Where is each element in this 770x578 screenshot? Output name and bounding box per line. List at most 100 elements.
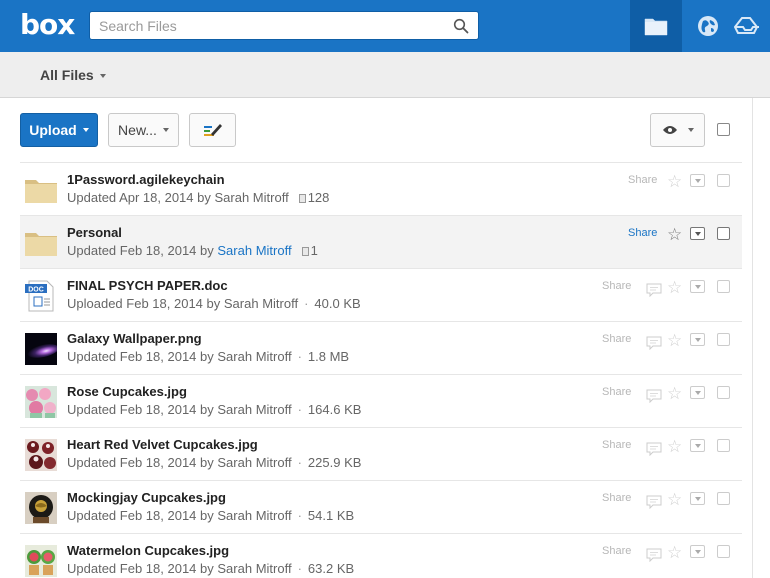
meta-owner[interactable]: Sarah Mitroff bbox=[217, 508, 291, 523]
new-note-button[interactable] bbox=[189, 113, 236, 147]
file-name[interactable]: Galaxy Wallpaper.png bbox=[67, 331, 202, 346]
file-row[interactable]: Heart Red Velvet Cupcakes.jpg Updated Fe… bbox=[20, 427, 742, 480]
star-icon[interactable]: ☆ bbox=[667, 279, 682, 296]
row-menu-icon[interactable] bbox=[690, 492, 705, 505]
file-meta: Updated Feb 18, 2014 by Sarah Mitroff · 16… bbox=[67, 402, 362, 417]
search-icon[interactable] bbox=[453, 18, 469, 34]
meta-owner[interactable]: Sarah Mitroff bbox=[217, 349, 291, 364]
star-icon[interactable]: ☆ bbox=[667, 226, 682, 243]
meta-owner[interactable]: Sarah Mitroff bbox=[224, 296, 298, 311]
upload-label: Upload bbox=[29, 122, 77, 138]
chevron-down-icon bbox=[687, 128, 694, 132]
row-menu-icon[interactable] bbox=[690, 227, 705, 240]
new-button[interactable]: New... bbox=[108, 113, 179, 147]
nav-shared[interactable] bbox=[682, 0, 734, 52]
meta-owner[interactable]: Sarah Mitroff bbox=[217, 402, 291, 417]
box-logo[interactable]: box bbox=[20, 8, 75, 42]
file-name[interactable]: Mockingjay Cupcakes.jpg bbox=[67, 490, 226, 505]
meta-by: by bbox=[200, 402, 214, 417]
row-checkbox[interactable] bbox=[717, 333, 730, 346]
share-link[interactable]: Share bbox=[602, 280, 631, 292]
folder-icon[interactable] bbox=[25, 227, 57, 259]
folder-icon[interactable] bbox=[25, 174, 57, 206]
share-link[interactable]: Share bbox=[602, 333, 631, 345]
breadcrumb-label: All Files bbox=[40, 67, 94, 83]
doc-file-icon[interactable]: DOC bbox=[25, 280, 57, 312]
share-link[interactable]: Share bbox=[628, 174, 657, 186]
meta-detail: 54.1 KB bbox=[307, 508, 355, 523]
comment-icon[interactable] bbox=[646, 336, 662, 350]
file-row[interactable]: Mockingjay Cupcakes.jpg Updated Feb 18, … bbox=[20, 480, 742, 533]
search-input[interactable] bbox=[90, 12, 440, 39]
meta-verb: Updated bbox=[67, 402, 117, 417]
file-count-icon bbox=[301, 247, 309, 256]
row-menu-icon[interactable] bbox=[690, 333, 705, 346]
share-link[interactable]: Share bbox=[602, 545, 631, 557]
file-row[interactable]: Rose Cupcakes.jpg Updated Feb 18, 2014 b… bbox=[20, 374, 742, 427]
file-name[interactable]: Personal bbox=[67, 225, 122, 240]
star-icon[interactable]: ☆ bbox=[667, 385, 682, 402]
file-name[interactable]: Watermelon Cupcakes.jpg bbox=[67, 543, 229, 558]
row-checkbox[interactable] bbox=[717, 439, 730, 452]
row-checkbox[interactable] bbox=[717, 227, 730, 240]
file-row[interactable]: DOC FINAL PSYCH PAPER.doc Uploaded Feb 1… bbox=[20, 268, 742, 321]
file-row[interactable]: Galaxy Wallpaper.png Updated Feb 18, 201… bbox=[20, 321, 742, 374]
row-menu-icon[interactable] bbox=[690, 439, 705, 452]
view-options-button[interactable] bbox=[650, 113, 705, 147]
row-menu-icon[interactable] bbox=[690, 386, 705, 399]
file-meta: Updated Feb 18, 2014 by Sarah Mitroff · 63… bbox=[67, 561, 355, 576]
row-checkbox[interactable] bbox=[717, 492, 730, 505]
upload-button[interactable]: Upload bbox=[20, 113, 98, 147]
comment-icon[interactable] bbox=[646, 389, 662, 403]
comment-icon[interactable] bbox=[646, 495, 662, 509]
search-box[interactable] bbox=[89, 11, 479, 40]
file-meta: Uploaded Feb 18, 2014 by Sarah Mitroff · 4… bbox=[67, 296, 361, 311]
meta-owner[interactable]: Sarah Mitroff bbox=[217, 561, 291, 576]
share-link[interactable]: Share bbox=[602, 386, 631, 398]
meta-owner[interactable]: Sarah Mitroff bbox=[217, 455, 291, 470]
meta-detail: 40.0 KB bbox=[314, 296, 361, 311]
meta-verb: Updated bbox=[67, 190, 117, 205]
file-row[interactable]: 1Password.agilekeychain Updated Apr 18, … bbox=[20, 162, 742, 215]
nav-files[interactable] bbox=[630, 0, 682, 52]
row-menu-icon[interactable] bbox=[690, 545, 705, 558]
share-link[interactable]: Share bbox=[602, 439, 631, 451]
share-link[interactable]: Share bbox=[628, 227, 657, 239]
comment-icon[interactable] bbox=[646, 548, 662, 562]
image-thumbnail[interactable] bbox=[25, 333, 57, 365]
file-row[interactable]: Personal Updated Feb 18, 2014 by Sarah M… bbox=[20, 215, 742, 268]
star-icon[interactable]: ☆ bbox=[667, 544, 682, 561]
star-icon[interactable]: ☆ bbox=[667, 491, 682, 508]
image-thumbnail[interactable] bbox=[25, 439, 57, 471]
folder-icon bbox=[644, 18, 668, 36]
share-link[interactable]: Share bbox=[602, 492, 631, 504]
image-thumbnail[interactable] bbox=[25, 545, 57, 577]
star-icon[interactable]: ☆ bbox=[667, 173, 682, 190]
star-icon[interactable]: ☆ bbox=[667, 332, 682, 349]
nav-sync[interactable] bbox=[734, 0, 770, 52]
all-files-dropdown[interactable]: All Files bbox=[40, 67, 106, 83]
meta-verb: Updated bbox=[67, 561, 117, 576]
file-name[interactable]: FINAL PSYCH PAPER.doc bbox=[67, 278, 228, 293]
row-checkbox[interactable] bbox=[717, 545, 730, 558]
row-menu-icon[interactable] bbox=[690, 280, 705, 293]
comment-icon[interactable] bbox=[646, 442, 662, 456]
file-name[interactable]: 1Password.agilekeychain bbox=[67, 172, 225, 187]
star-icon[interactable]: ☆ bbox=[667, 438, 682, 455]
image-thumbnail[interactable] bbox=[25, 386, 57, 418]
row-checkbox[interactable] bbox=[717, 386, 730, 399]
file-name[interactable]: Rose Cupcakes.jpg bbox=[67, 384, 187, 399]
comment-icon[interactable] bbox=[646, 283, 662, 297]
image-thumbnail[interactable] bbox=[25, 492, 57, 524]
file-row[interactable]: Watermelon Cupcakes.jpg Updated Feb 18, … bbox=[20, 533, 742, 578]
meta-by: by bbox=[200, 243, 214, 258]
row-menu-icon[interactable] bbox=[690, 174, 705, 187]
meta-owner[interactable]: Sarah Mitroff bbox=[217, 243, 291, 258]
eye-icon bbox=[662, 126, 677, 134]
select-all-checkbox[interactable] bbox=[717, 123, 730, 136]
meta-owner[interactable]: Sarah Mitroff bbox=[215, 190, 289, 205]
file-name[interactable]: Heart Red Velvet Cupcakes.jpg bbox=[67, 437, 258, 452]
row-checkbox[interactable] bbox=[717, 280, 730, 293]
row-checkbox[interactable] bbox=[717, 174, 730, 187]
meta-verb: Uploaded bbox=[67, 296, 123, 311]
